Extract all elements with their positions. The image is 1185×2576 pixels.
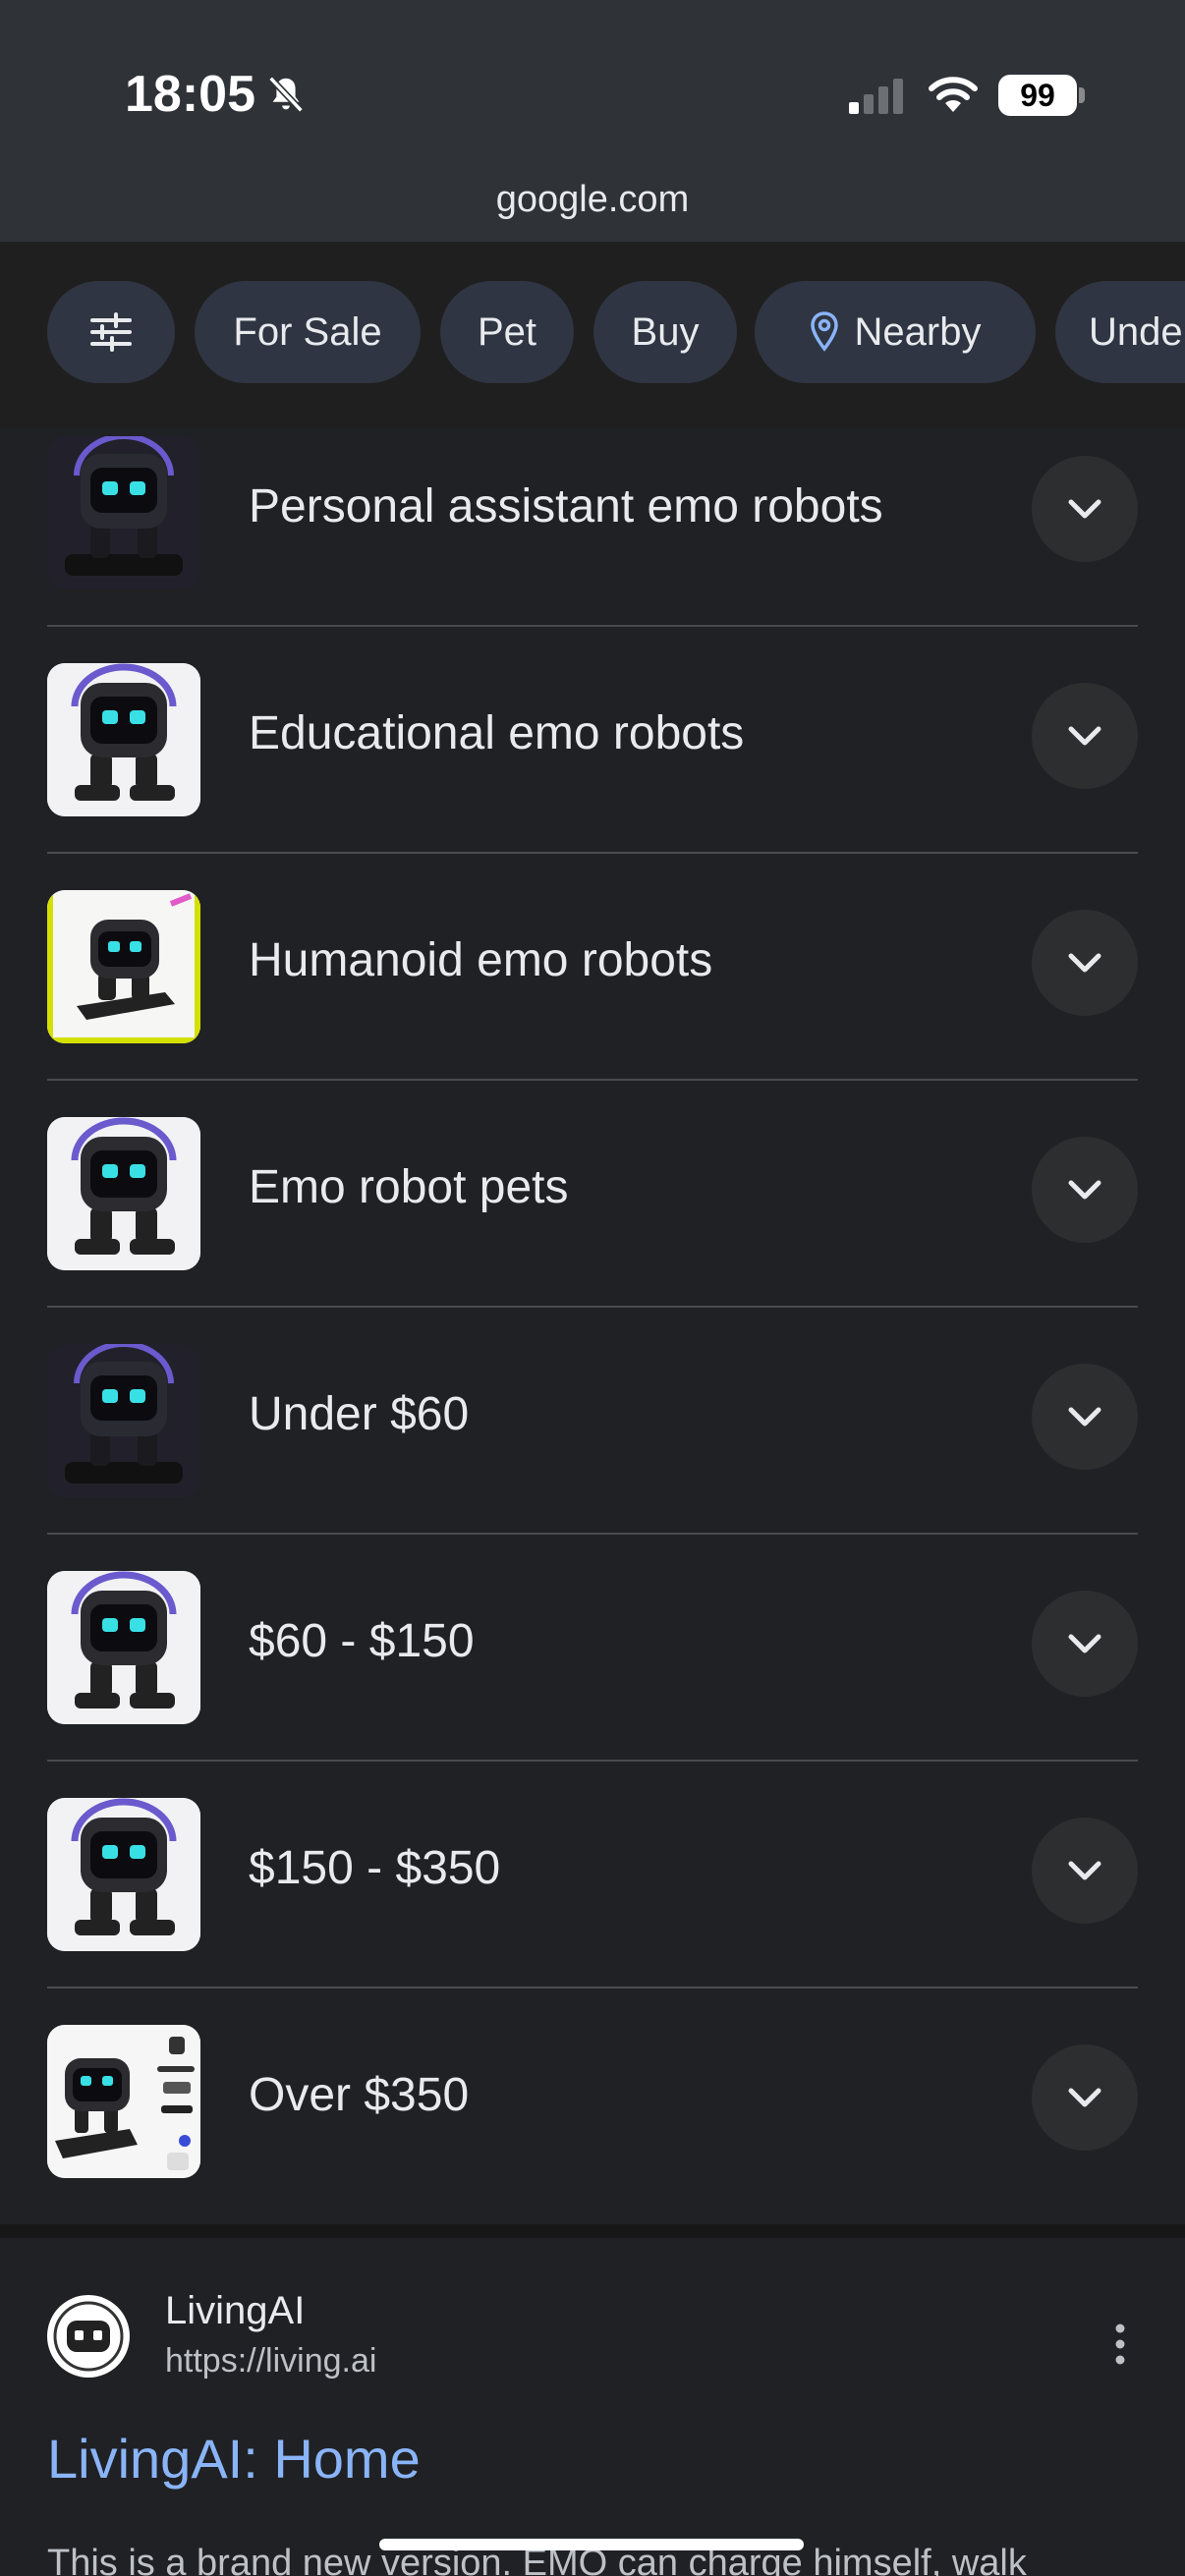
chevron-down-icon [1068,499,1101,519]
chevron-down-icon [1068,1861,1101,1880]
site-name[interactable]: LivingAI [165,2289,305,2333]
robot-thumbnail [47,436,200,589]
robot-thumbnail [47,1344,200,1497]
list-item-label: $150 - $350 [249,1842,501,1894]
list-item-label: Emo robot pets [249,1161,569,1213]
list-item-label: Personal assistant emo robots [249,480,883,532]
divider [47,1533,1138,1535]
divider [47,625,1138,627]
chevron-down-icon [1068,2088,1101,2107]
list-item[interactable]: Humanoid emo robots [47,882,1138,1108]
robot-thumbnail [47,1117,200,1270]
expand-button[interactable] [1032,1591,1138,1697]
chevron-down-icon [1068,953,1101,973]
location-pin-icon [810,311,838,352]
livingai-logo-icon[interactable] [47,2295,130,2378]
chip-pet[interactable]: Pet [440,281,574,383]
chip-label: For Sale [233,309,382,354]
expand-button[interactable] [1032,1137,1138,1243]
chip-for-sale[interactable]: For Sale [195,281,421,383]
list-item[interactable]: Under $60 [47,1336,1138,1562]
wifi-icon [929,77,978,112]
expand-button[interactable] [1032,910,1138,1016]
chip-buy[interactable]: Buy [593,281,737,383]
chevron-down-icon [1068,1634,1101,1653]
result-title-link[interactable]: LivingAI: Home [47,2427,421,2491]
list-item-label: Over $350 [249,2069,470,2121]
browser-top-bar: 18:05 99 google.com [0,0,1185,244]
address-bar-domain[interactable]: google.com [0,179,1185,221]
list-item[interactable]: Emo robot pets [47,1109,1138,1335]
robot-thumbnail [47,890,200,1043]
list-item[interactable]: $150 - $350 [47,1790,1138,2016]
robot-thumbnail [47,1571,200,1724]
list-item-label: Under $60 [249,1388,470,1440]
home-indicator[interactable] [379,2539,804,2550]
list-item[interactable]: $60 - $150 [47,1563,1138,1789]
robot-thumbnail [47,1798,200,1951]
chip-label: Buy [631,309,700,354]
chip-label: Unde [1089,309,1183,354]
more-options-icon[interactable] [1100,2323,1140,2366]
battery-indicator: 99 [998,75,1077,116]
expand-button[interactable] [1032,456,1138,562]
battery-tip [1079,87,1085,103]
expand-button[interactable] [1032,1818,1138,1924]
site-url[interactable]: https://living.ai [165,2342,376,2380]
expand-button[interactable] [1032,683,1138,789]
section-separator [0,2224,1185,2238]
refinement-list: Personal assistant emo robots Educationa… [0,428,1185,2224]
list-item-label: Educational emo robots [249,707,745,759]
list-item-label: Humanoid emo robots [249,934,713,986]
divider [47,1987,1138,1988]
chip-label: Nearby [854,309,982,354]
divider [47,1760,1138,1762]
list-item[interactable]: Personal assistant emo robots [47,428,1138,654]
divider [47,1079,1138,1081]
expand-button[interactable] [1032,2044,1138,2151]
cellular-signal-icon [849,79,903,114]
chevron-down-icon [1068,1407,1101,1427]
silent-bell-icon [268,76,304,113]
chevron-down-icon [1068,726,1101,746]
chip-under[interactable]: Unde [1055,281,1185,383]
list-item[interactable]: Educational emo robots [47,655,1138,881]
tune-sliders-icon [90,312,132,352]
robot-thumbnail [47,2025,200,2178]
list-item-label: $60 - $150 [249,1615,475,1667]
list-item[interactable]: Over $350 [47,2017,1138,2243]
filter-chips-bar: For Sale Pet Buy Nearby Unde [0,242,1185,428]
expand-button[interactable] [1032,1364,1138,1470]
chip-nearby[interactable]: Nearby [755,281,1036,383]
status-time: 18:05 [125,66,255,123]
divider [47,852,1138,854]
robot-thumbnail [47,663,200,816]
filter-settings-chip[interactable] [47,281,175,383]
chip-label: Pet [477,309,537,354]
chevron-down-icon [1068,1180,1101,1200]
divider [47,1306,1138,1308]
search-result: LivingAI https://living.ai LivingAI: Hom… [0,2238,1185,2576]
